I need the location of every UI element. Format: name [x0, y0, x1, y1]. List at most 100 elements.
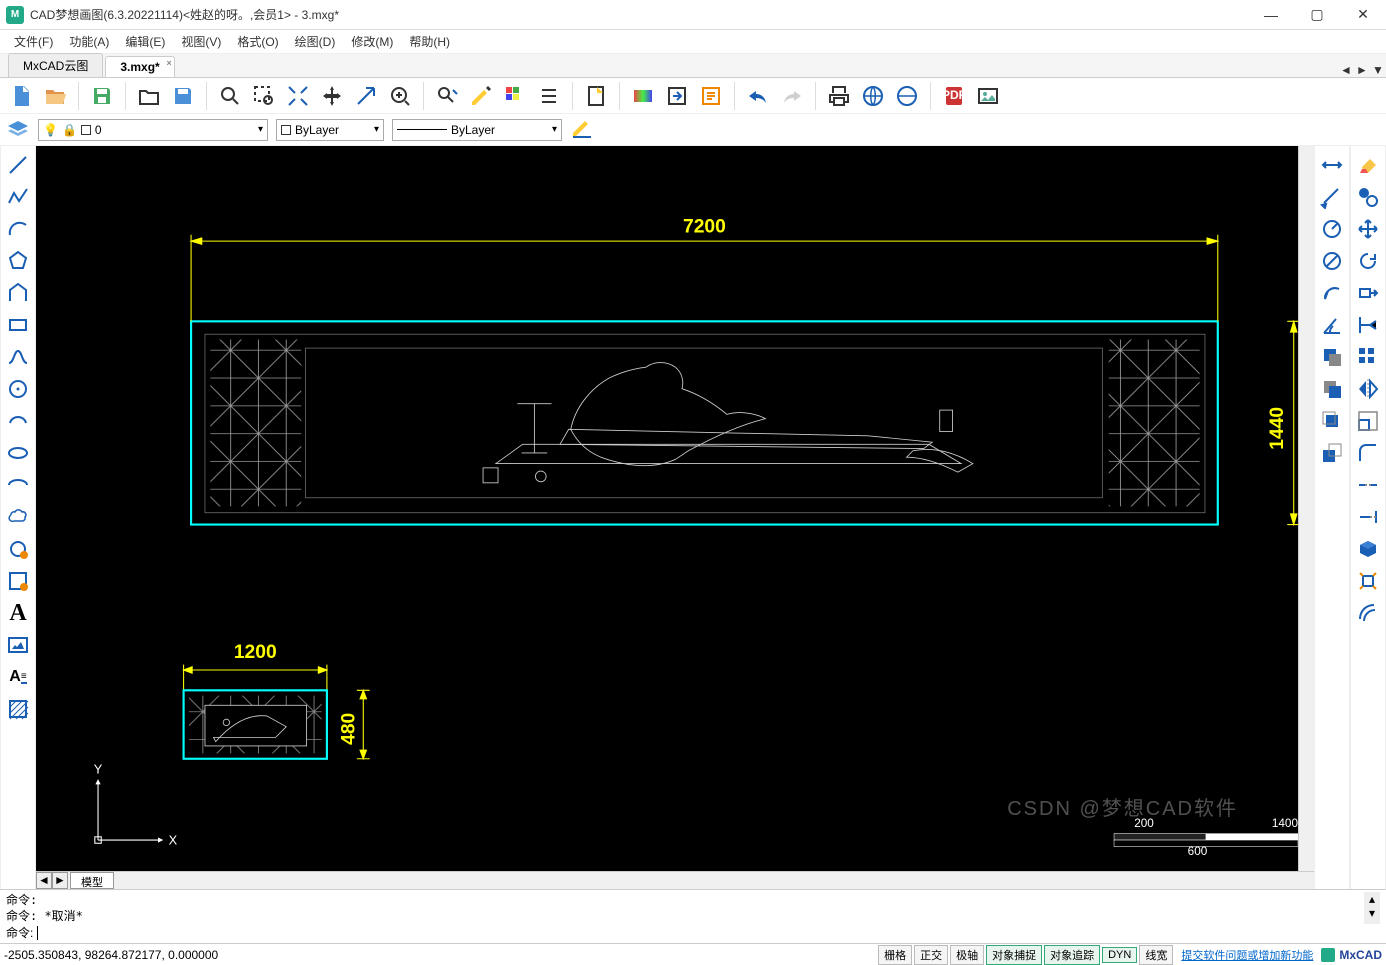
print-icon[interactable]	[824, 81, 854, 111]
polyline-icon[interactable]	[3, 182, 33, 212]
layer-select[interactable]: 💡 🔒 0 ▾	[38, 119, 268, 141]
tabs-menu-icon[interactable]: ▼	[1370, 63, 1386, 77]
arc2-icon[interactable]	[3, 406, 33, 436]
properties-icon[interactable]	[696, 81, 726, 111]
dim-aligned-icon[interactable]	[1317, 182, 1347, 212]
break-icon[interactable]	[1353, 470, 1383, 500]
toggle-osnap[interactable]: 对象捕捉	[986, 945, 1042, 965]
toggle-grid[interactable]: 栅格	[878, 945, 912, 965]
globe-home-icon[interactable]	[892, 81, 922, 111]
menu-format[interactable]: 格式(O)	[229, 30, 286, 53]
tab-mxcad-cloud[interactable]: MxCAD云图	[8, 53, 103, 77]
mtext-icon[interactable]: A≡	[3, 662, 33, 692]
maximize-button[interactable]: ▢	[1294, 0, 1340, 30]
globe-icon[interactable]	[858, 81, 888, 111]
zoom-extents-icon[interactable]	[283, 81, 313, 111]
layers-icon[interactable]	[6, 118, 30, 142]
hatch-icon[interactable]	[3, 694, 33, 724]
color-palette-icon[interactable]	[500, 81, 530, 111]
dim-arc-icon[interactable]	[1317, 278, 1347, 308]
vertical-scrollbar[interactable]	[1298, 146, 1314, 871]
text-icon[interactable]: A	[3, 598, 33, 628]
mirror-icon[interactable]	[1353, 374, 1383, 404]
spline-icon[interactable]	[3, 342, 33, 372]
polygon-icon[interactable]	[3, 246, 33, 276]
bring-forward-icon[interactable]	[1317, 438, 1347, 468]
ellipse-icon[interactable]	[3, 438, 33, 468]
move-to-front-icon[interactable]	[1317, 342, 1347, 372]
lineweight-select[interactable]: ByLayer ▾	[392, 119, 562, 141]
menu-draw[interactable]: 绘图(D)	[287, 30, 344, 53]
menu-view[interactable]: 视图(V)	[173, 30, 229, 53]
sheet-prev-icon[interactable]: ◄	[36, 872, 52, 889]
tabs-next-icon[interactable]: ►	[1354, 63, 1370, 77]
list-icon[interactable]	[534, 81, 564, 111]
save-as-icon[interactable]	[168, 81, 198, 111]
dist-icon[interactable]	[1317, 150, 1347, 180]
trim-icon[interactable]	[1353, 310, 1383, 340]
offset-icon[interactable]	[1353, 598, 1383, 628]
stretch-icon[interactable]	[1353, 278, 1383, 308]
pan-icon[interactable]	[317, 81, 347, 111]
dim-angular-icon[interactable]	[1317, 310, 1347, 340]
folder-icon[interactable]	[134, 81, 164, 111]
tab-current-doc[interactable]: 3.mxg*×	[105, 56, 174, 77]
zoom-selection-icon[interactable]	[249, 81, 279, 111]
rectangle-icon[interactable]	[3, 310, 33, 340]
linetype-select[interactable]: ByLayer ▾	[276, 119, 384, 141]
page-icon[interactable]	[581, 81, 611, 111]
undo-icon[interactable]	[743, 81, 773, 111]
redo-icon[interactable]	[777, 81, 807, 111]
edit-icon[interactable]	[466, 81, 496, 111]
menu-help[interactable]: 帮助(H)	[401, 30, 458, 53]
rotate-icon[interactable]	[1353, 246, 1383, 276]
toggle-polar[interactable]: 极轴	[950, 945, 984, 965]
toggle-ortho[interactable]: 正交	[914, 945, 948, 965]
sheet-tab-model[interactable]: 模型	[70, 872, 114, 889]
fillet-icon[interactable]	[1353, 438, 1383, 468]
circle-icon[interactable]	[3, 374, 33, 404]
array-icon[interactable]	[1353, 342, 1383, 372]
menu-modify[interactable]: 修改(M)	[343, 30, 401, 53]
block-icon[interactable]	[3, 566, 33, 596]
erase-icon[interactable]	[1353, 150, 1383, 180]
extend-icon[interactable]	[1353, 502, 1383, 532]
menu-edit[interactable]: 编辑(E)	[117, 30, 173, 53]
image-icon[interactable]	[973, 81, 1003, 111]
feedback-link[interactable]: 提交软件问题或增加新功能	[1181, 947, 1313, 963]
arc-icon[interactable]	[3, 214, 33, 244]
zoom-realtime-icon[interactable]	[385, 81, 415, 111]
ellipse-arc-icon[interactable]	[3, 470, 33, 500]
line-icon[interactable]	[3, 150, 33, 180]
pentagon-icon[interactable]	[3, 278, 33, 308]
move-icon[interactable]	[1353, 214, 1383, 244]
find-icon[interactable]	[432, 81, 462, 111]
export-icon[interactable]	[662, 81, 692, 111]
pdf-icon[interactable]: PDF	[939, 81, 969, 111]
open-file-icon[interactable]	[40, 81, 70, 111]
minimize-button[interactable]: —	[1248, 0, 1294, 30]
sheet-next-icon[interactable]: ►	[52, 872, 68, 889]
scale-icon[interactable]	[1353, 406, 1383, 436]
horizontal-scrollbar[interactable]	[114, 872, 1314, 889]
command-input[interactable]	[37, 926, 1380, 940]
tab-close-icon[interactable]: ×	[166, 58, 171, 68]
send-backward-icon[interactable]	[1317, 406, 1347, 436]
menu-file[interactable]: 文件(F)	[6, 30, 61, 53]
point-icon[interactable]	[3, 534, 33, 564]
copy-icon[interactable]	[1353, 182, 1383, 212]
toggle-lineweight[interactable]: 线宽	[1139, 945, 1173, 965]
revcloud-icon[interactable]	[3, 502, 33, 532]
dim-diameter-icon[interactable]	[1317, 246, 1347, 276]
move-to-back-icon[interactable]	[1317, 374, 1347, 404]
toggle-dyn[interactable]: DYN	[1102, 947, 1137, 963]
zoom-window-icon[interactable]	[215, 81, 245, 111]
explode-icon[interactable]	[1353, 566, 1383, 596]
tabs-prev-icon[interactable]: ◄	[1338, 63, 1354, 77]
save-icon[interactable]	[87, 81, 117, 111]
dim-radius-icon[interactable]	[1317, 214, 1347, 244]
cmd-scroll-up-icon[interactable]: ▴▾	[1364, 892, 1380, 924]
pencil-icon[interactable]	[570, 115, 594, 145]
gradient-icon[interactable]	[628, 81, 658, 111]
box3d-icon[interactable]	[1353, 534, 1383, 564]
